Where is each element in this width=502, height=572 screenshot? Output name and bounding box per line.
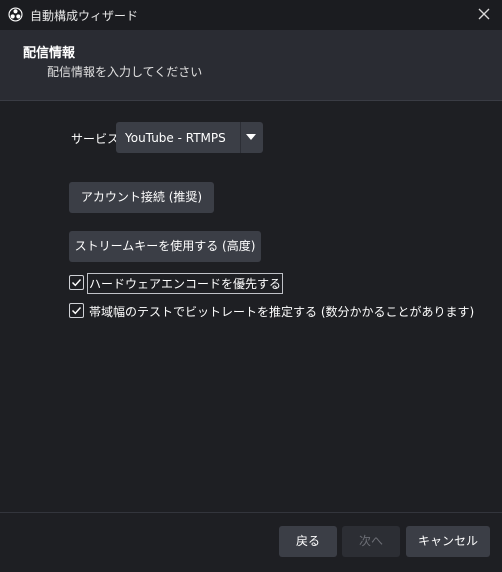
bandwidth-test-checkbox[interactable]: 帯域幅のテストでビットレートを推定する (数分かかることがあります): [69, 302, 474, 320]
obs-icon: [8, 7, 23, 22]
next-button[interactable]: 次へ: [342, 526, 400, 557]
bandwidth-test-label: 帯域幅のテストでビットレートを推定する (数分かかることがあります): [89, 305, 475, 319]
page-subtitle: 配信情報を入力してください: [47, 65, 203, 79]
page-header: 配信情報 配信情報を入力してください: [0, 30, 502, 101]
back-label: 戻る: [295, 534, 320, 548]
service-label: サービス: [71, 132, 120, 146]
footer-divider: [0, 512, 502, 513]
hardware-encode-label: ハードウェアエンコードを優先する: [86, 273, 284, 294]
connect-account-label: アカウント接続 (推奨): [80, 190, 203, 204]
dropdown-divider: [240, 122, 241, 153]
checkbox-box[interactable]: [69, 303, 84, 318]
cancel-button[interactable]: キャンセル: [406, 526, 490, 557]
checkbox-box[interactable]: [69, 275, 84, 290]
service-dropdown[interactable]: YouTube - RTMPS: [116, 122, 263, 153]
hardware-encode-checkbox[interactable]: ハードウェアエンコードを優先する: [69, 273, 284, 294]
close-icon[interactable]: [476, 6, 492, 22]
next-label: 次へ: [358, 534, 383, 548]
connect-account-button[interactable]: アカウント接続 (推奨): [69, 182, 214, 213]
cancel-label: キャンセル: [417, 534, 478, 548]
page-title: 配信情報: [23, 46, 76, 61]
window-title: 自動構成ウィザード: [30, 9, 139, 23]
use-stream-key-label: ストリームキーを使用する (高度): [74, 239, 256, 253]
use-stream-key-button[interactable]: ストリームキーを使用する (高度): [69, 231, 261, 262]
chevron-down-icon: [246, 134, 256, 140]
check-icon: [72, 307, 82, 315]
back-button[interactable]: 戻る: [279, 526, 337, 557]
check-icon: [72, 279, 82, 287]
service-selected-value: YouTube - RTMPS: [125, 131, 226, 145]
title-bar: 自動構成ウィザード: [0, 0, 502, 30]
